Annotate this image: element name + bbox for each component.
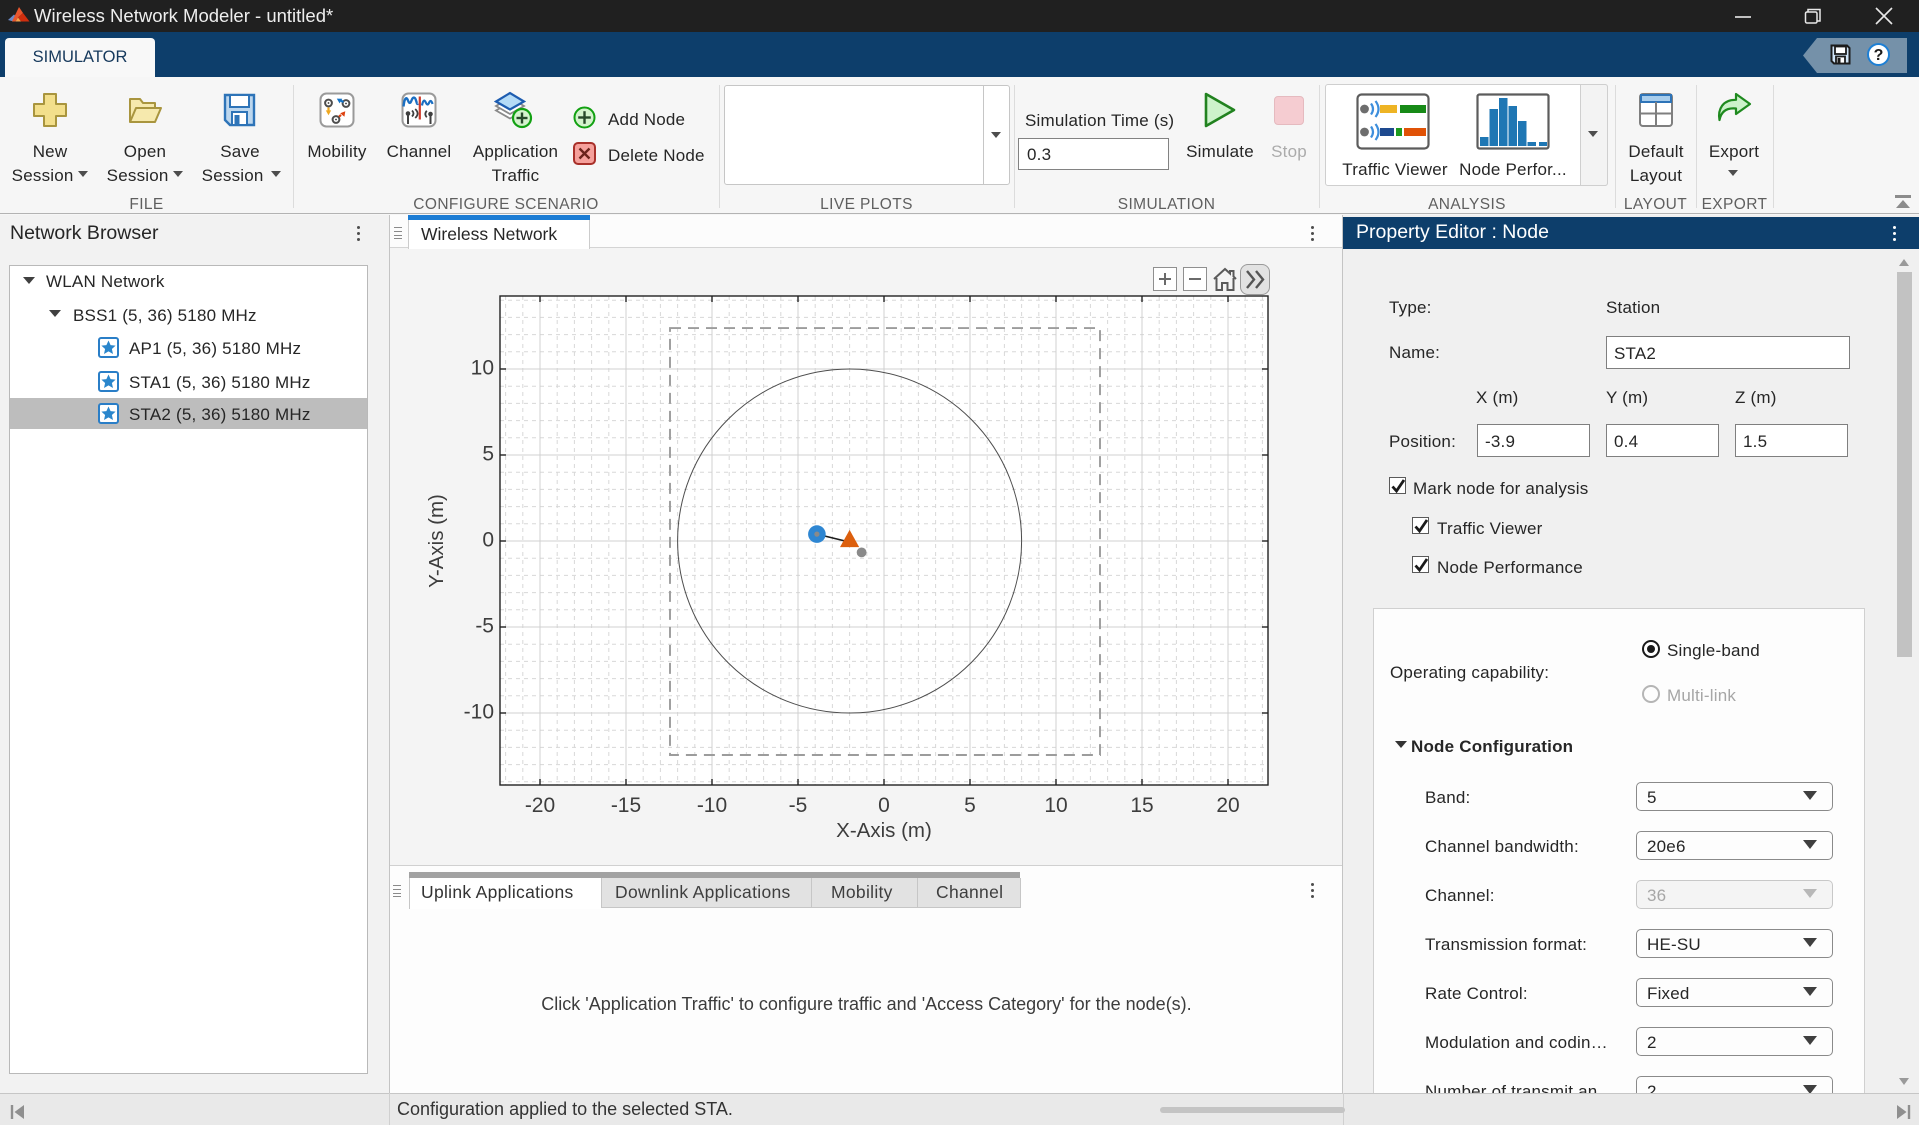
svg-text:-5: -5 xyxy=(789,794,808,817)
svg-text:?: ? xyxy=(1874,47,1884,64)
svg-text:10: 10 xyxy=(1044,794,1067,817)
svg-text:-10: -10 xyxy=(697,794,727,817)
svg-text:15: 15 xyxy=(1130,794,1153,817)
svg-text:10: 10 xyxy=(471,357,494,380)
svg-text:20: 20 xyxy=(1216,794,1239,817)
svg-text:5: 5 xyxy=(482,443,494,466)
svg-text:Y-Axis (m): Y-Axis (m) xyxy=(425,494,448,588)
svg-text:X-Axis (m): X-Axis (m) xyxy=(836,819,932,842)
svg-text:-20: -20 xyxy=(525,794,555,817)
svg-text:0: 0 xyxy=(878,794,890,817)
svg-text:0: 0 xyxy=(482,529,494,552)
svg-text:-15: -15 xyxy=(611,794,641,817)
svg-text:5: 5 xyxy=(964,794,976,817)
svg-text:-5: -5 xyxy=(475,615,494,638)
svg-text:-10: -10 xyxy=(464,701,494,724)
